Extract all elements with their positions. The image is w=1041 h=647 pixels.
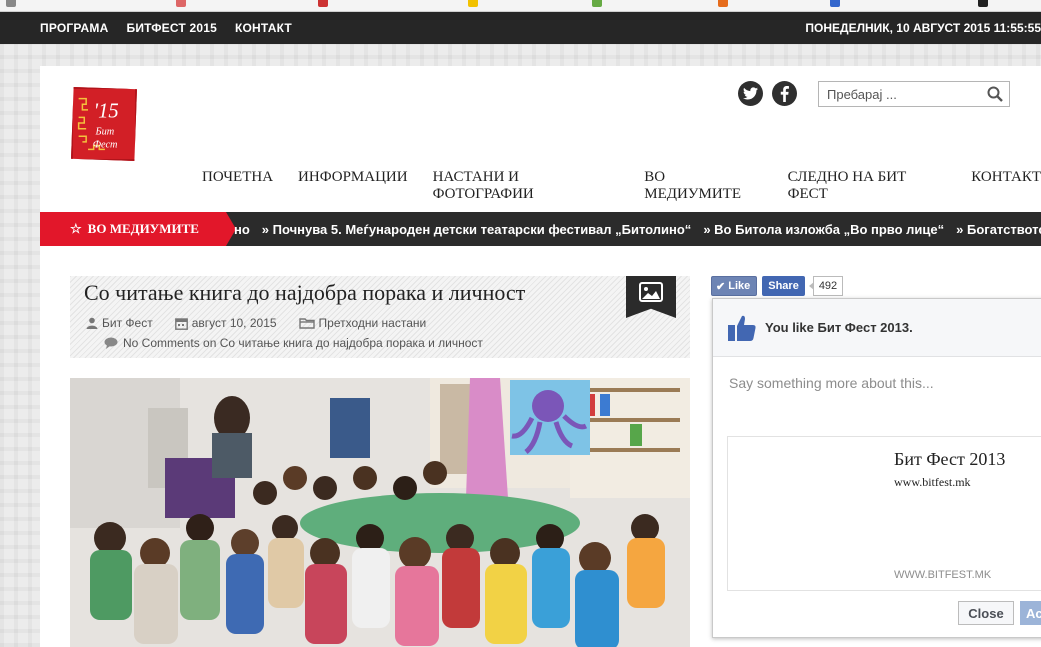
search-icon[interactable] — [987, 86, 1003, 107]
top-bar: ПРОГРАМА БИТФЕСТ 2015 КОНТАКТ ПОНЕДЕЛНИК… — [0, 12, 1041, 44]
ticker-item[interactable]: » Во Битола изложба „Во прво лице“ — [703, 222, 944, 237]
popup-title: You like Бит Фест 2013. — [765, 320, 913, 335]
top-nav: ПРОГРАМА БИТФЕСТ 2015 КОНТАКТ — [40, 12, 292, 44]
page-preview-card[interactable]: Бит Фест 2013 www.bitfest.mk WWW.BITFEST… — [727, 436, 1041, 591]
logo-line1: Бит — [95, 126, 115, 137]
nav-item-next-bitfest[interactable]: СЛЕДНО НА БИТ ФЕСТ — [788, 169, 947, 203]
logo-year: '15 — [94, 100, 119, 122]
facebook-icon[interactable] — [772, 81, 797, 106]
article-comments-link[interactable]: No Comments on Со читање книга до најдоб… — [123, 336, 483, 350]
add-button[interactable]: Ac — [1020, 601, 1041, 625]
bookmark-item[interactable] — [6, 0, 16, 7]
top-nav-contact[interactable]: КОНТАКТ — [235, 21, 292, 35]
article-date: август 10, 2015 — [191, 316, 277, 330]
facebook-like-bar: ✔ Like Share 492 — [711, 276, 844, 296]
top-nav-bitfest-2015[interactable]: БИТФЕСТ 2015 — [127, 21, 218, 35]
ticker-label-text: ВО МЕДИУМИТЕ — [87, 221, 199, 236]
nav-item-info[interactable]: ИНФОРМАЦИИ — [298, 169, 408, 203]
popup-header: You like Бит Фест 2013. — [713, 299, 1041, 357]
nav-item-contact[interactable]: КОНТАКТ — [971, 169, 1041, 203]
search-box — [818, 81, 1010, 107]
search-input[interactable] — [819, 82, 979, 106]
social-links — [738, 81, 797, 106]
nav-item-in-media[interactable]: ВО МЕДИУМИТЕ — [644, 169, 762, 203]
star-icon: ☆ — [70, 221, 82, 236]
calendar-icon — [174, 317, 188, 330]
nav-item-home[interactable]: ПОЧЕТНА — [202, 169, 273, 203]
article-title[interactable]: Со читање книга до најдобра порака и лич… — [84, 280, 525, 306]
user-icon — [86, 317, 98, 329]
current-date: ПОНЕДЕЛНИК, 10 АВГУСТ 2015 11:55:55 — [805, 21, 1041, 35]
bitfest-logo-icon: '15 Бит Фест — [77, 97, 119, 150]
article-meta: Бит Фест август 10, 2015 Претходни наста… — [86, 316, 426, 330]
say-something-input[interactable]: Say something more about this... — [729, 375, 934, 391]
like-label: Like — [728, 280, 751, 292]
bookmark-item[interactable] — [978, 0, 988, 7]
ticker-items: но » Почнува 5. Меѓународен детски теата… — [234, 212, 1041, 246]
bookmark-item[interactable] — [718, 0, 728, 7]
ticker-item[interactable]: » Почнува 5. Меѓународен детски театарск… — [262, 222, 692, 237]
facebook-share-button[interactable]: Share — [762, 276, 805, 296]
children-reading-photo — [70, 378, 690, 647]
close-button[interactable]: Close — [958, 601, 1014, 625]
news-ticker: ☆ ВО МЕДИУМИТЕ но » Почнува 5. Меѓународ… — [40, 212, 1041, 246]
facebook-like-popup: You like Бит Фест 2013. Say something mo… — [712, 298, 1041, 638]
nav-item-events-photos[interactable]: НАСТАНИ И ФОТОГРАФИИ — [433, 169, 620, 203]
check-icon: ✔ — [716, 280, 726, 293]
twitter-icon[interactable] — [738, 81, 763, 106]
card-domain: WWW.BITFEST.MK — [894, 569, 992, 581]
facebook-like-count: 492 — [808, 276, 844, 296]
bookmark-item[interactable] — [830, 0, 840, 7]
image-icon — [639, 282, 663, 302]
facebook-like-button[interactable]: ✔ Like — [711, 276, 758, 296]
thumbs-up-icon — [728, 315, 756, 341]
ticker-item[interactable]: » Богатството на бито — [956, 222, 1041, 237]
image-post-badge — [626, 276, 676, 318]
article-header: Со читање книга до најдобра порака и лич… — [70, 276, 690, 358]
top-nav-program[interactable]: ПРОГРАМА — [40, 21, 109, 35]
article-photo[interactable] — [70, 378, 690, 647]
ticker-label: ☆ ВО МЕДИУМИТЕ — [40, 212, 226, 246]
bookmark-item[interactable] — [592, 0, 602, 7]
bookmark-item[interactable] — [176, 0, 186, 7]
article-comments: No Comments on Со читање книга до најдоб… — [104, 336, 483, 350]
bookmark-item[interactable] — [318, 0, 328, 7]
card-page-name: Бит Фест 2013 — [894, 449, 1006, 469]
bookmark-item[interactable] — [468, 0, 478, 7]
site-logo[interactable]: '15 Бит Фест — [71, 87, 137, 161]
comment-icon — [104, 337, 118, 349]
folder-icon — [298, 318, 315, 329]
article-category[interactable]: Претходни настани — [319, 316, 427, 330]
card-page-url: www.bitfest.mk — [894, 475, 971, 489]
browser-bookmarks-bar — [0, 0, 1041, 12]
ticker-item[interactable]: но — [234, 222, 250, 237]
article-author[interactable]: Бит Фест — [102, 316, 153, 330]
main-nav: ПОЧЕТНА ИНФОРМАЦИИ НАСТАНИ И ФОТОГРАФИИ … — [202, 169, 1041, 203]
logo-line2: Фест — [93, 139, 118, 150]
